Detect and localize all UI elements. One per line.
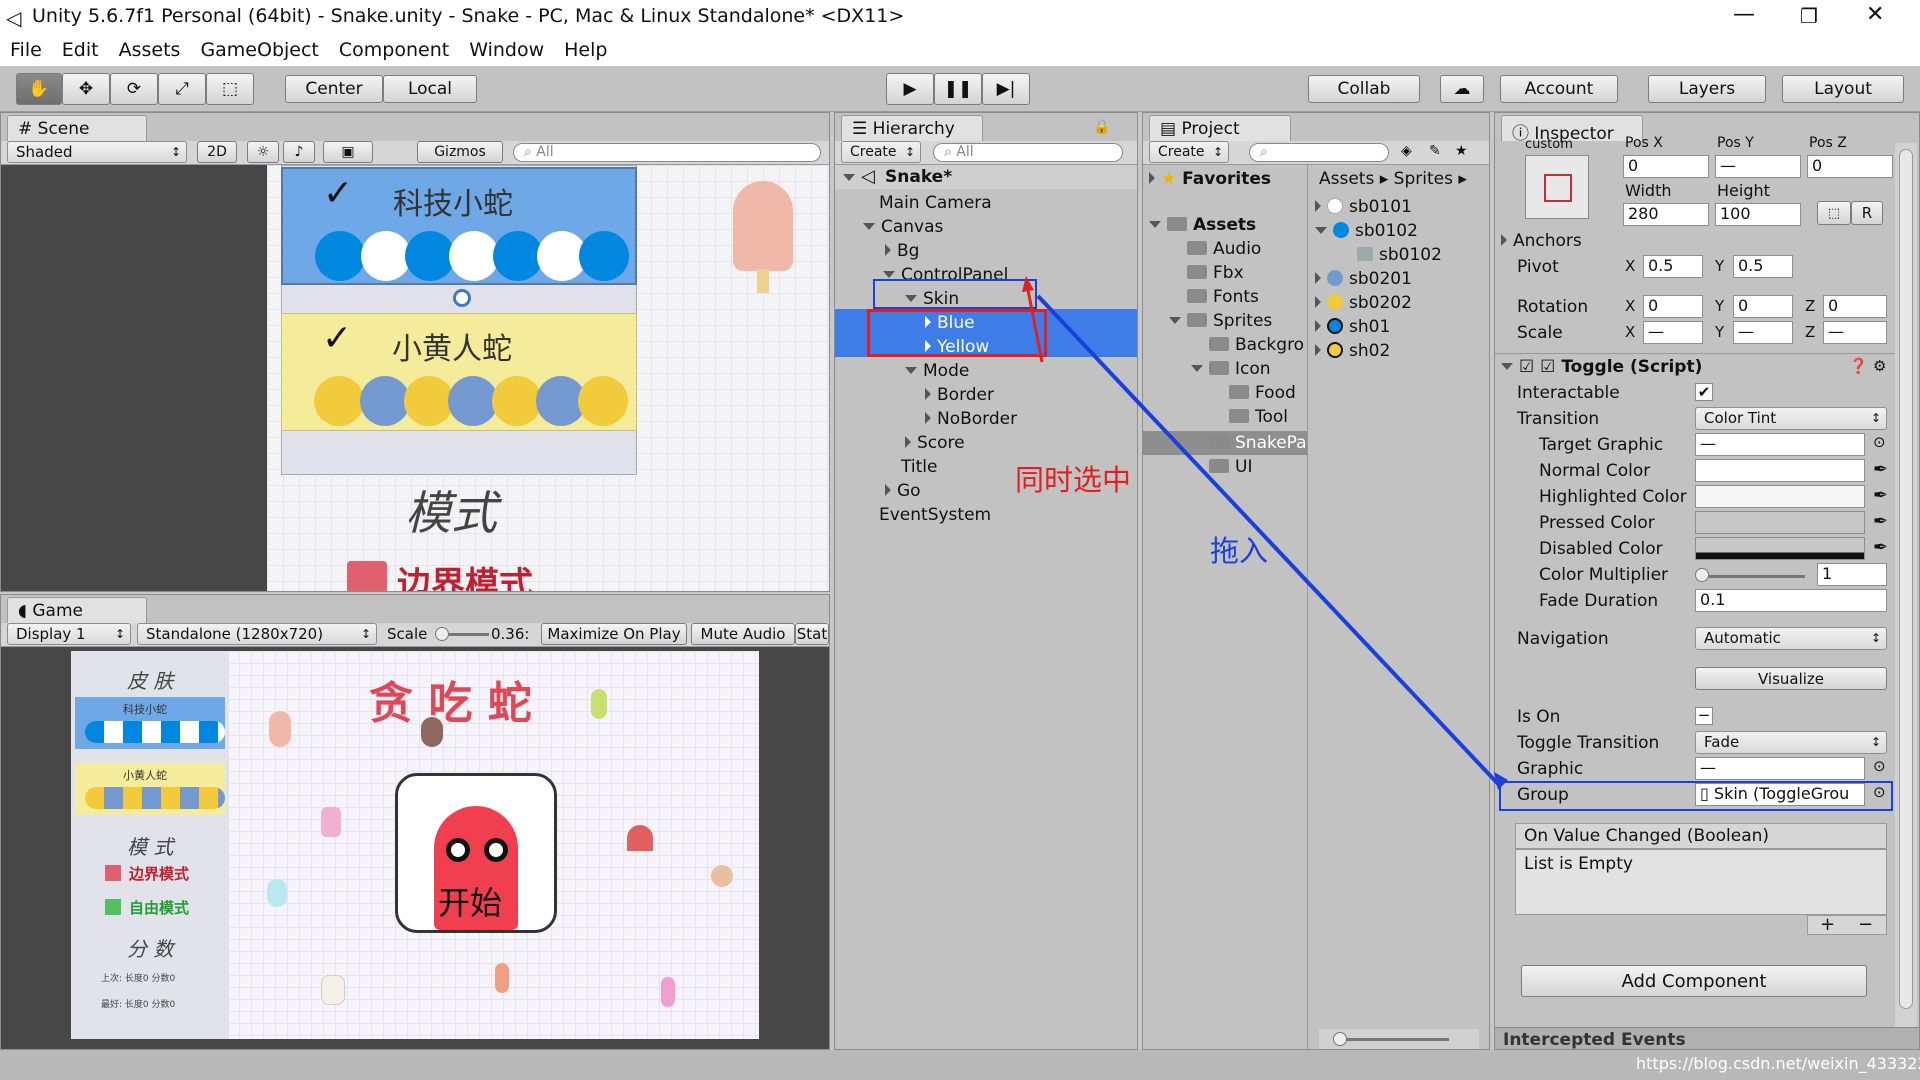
annotation-overlay [1022,276,1508,790]
annotation-drag-in: 拖入 [1210,534,1269,568]
red-arrowhead [1022,276,1034,292]
blue-arrowhead [1494,772,1508,790]
blue-arrow [1036,294,1502,788]
